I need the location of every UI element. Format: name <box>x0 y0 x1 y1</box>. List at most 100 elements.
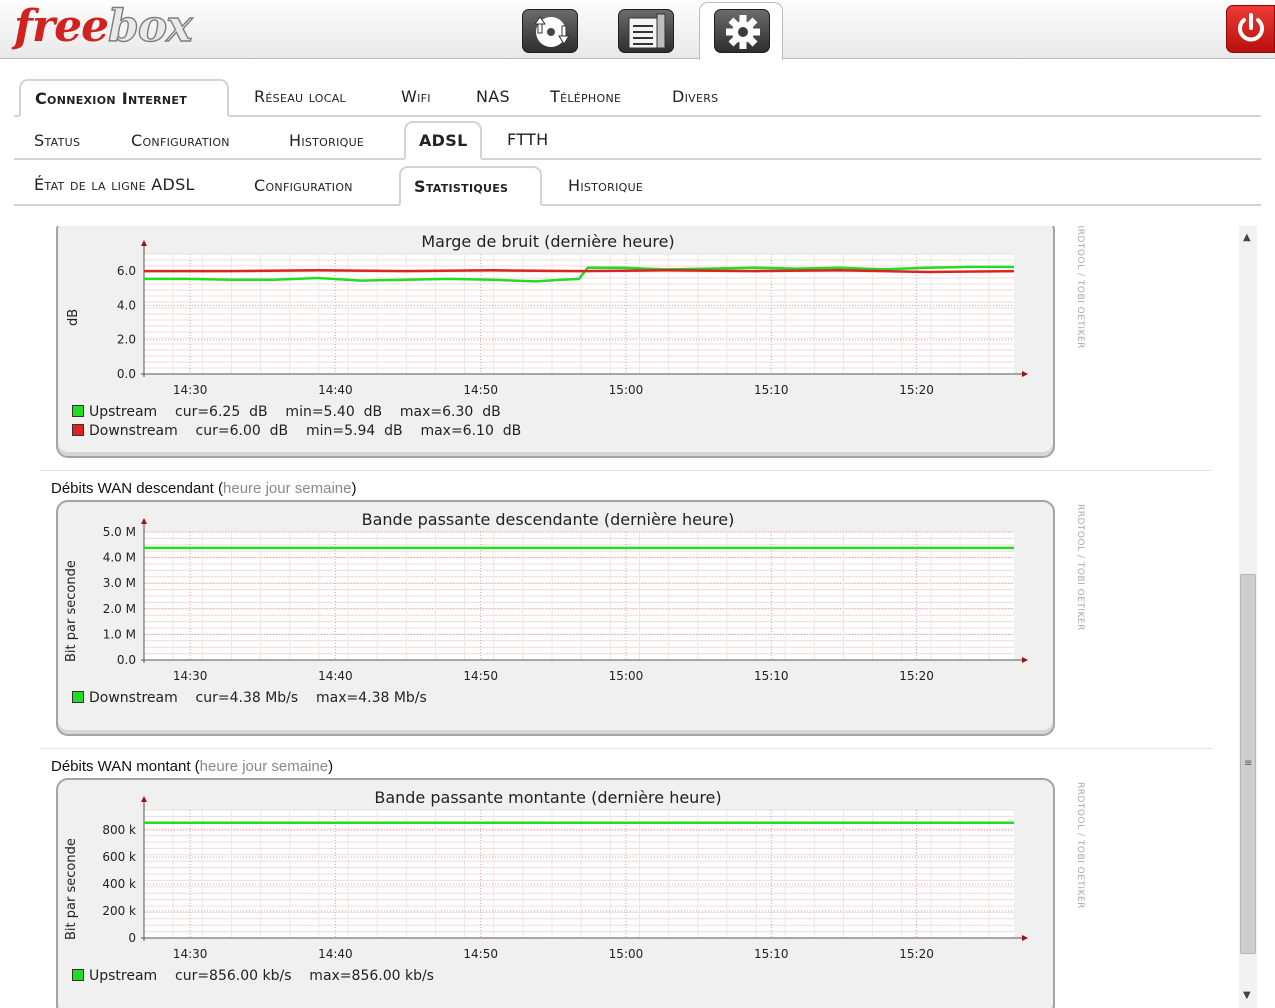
legend-swatch-upstream <box>72 405 84 417</box>
y-tick-label: 0.0 <box>117 653 136 667</box>
x-axis-arrow-icon <box>1022 935 1028 941</box>
y-tick-label: 200 k <box>102 904 136 918</box>
top-header: freebox <box>0 0 1275 60</box>
main-tabs: Connexion Internet Réseau local Wifi NAS… <box>14 58 1261 117</box>
x-tick-label: 15:10 <box>754 947 789 961</box>
tab-adsl-configuration[interactable]: Configuration <box>254 176 353 195</box>
y-tick-label: 4.0 <box>117 298 136 312</box>
tab-reseau-local[interactable]: Réseau local <box>254 87 346 106</box>
y-tick-label: 2.0 <box>117 333 136 347</box>
y-axis-arrow-icon <box>141 796 147 802</box>
legend-label: Downstream <box>89 423 178 439</box>
section-title-text: Débits WAN descendant <box>51 480 214 497</box>
x-tick-label: 15:10 <box>754 669 789 683</box>
graph-noise-margin: Marge de bruit (dernière heure) dB RRDTO… <box>56 226 1085 458</box>
series-line-downstream <box>144 269 1015 274</box>
link-semaine[interactable]: semaine <box>295 480 352 497</box>
freebox-logo[interactable]: freebox <box>14 1 193 52</box>
legend-downstream: Downstream cur=4.38 Mb/s max=4.38 Mb/s <box>72 690 427 706</box>
x-tick-label: 15:10 <box>754 383 789 397</box>
tab-telephone[interactable]: Téléphone <box>550 87 621 106</box>
tab-ftth[interactable]: FTTH <box>507 130 548 149</box>
link-heure[interactable]: heure <box>200 758 238 775</box>
scroll-down-arrow-icon[interactable]: ▼ <box>1243 990 1251 1001</box>
link-semaine[interactable]: semaine <box>271 758 328 775</box>
section-title-wan-up: Débits WAN montant (heure jour semaine) <box>51 758 333 775</box>
tab-configuration[interactable]: Configuration <box>131 131 230 150</box>
logo-box-text: box <box>107 1 193 52</box>
x-tick-label: 14:50 <box>463 383 498 397</box>
link-heure[interactable]: heure <box>223 480 261 497</box>
logo-free-text: free <box>14 1 109 52</box>
legend-label: Downstream <box>89 690 178 706</box>
scroll-up-arrow-icon[interactable]: ▲ <box>1243 232 1251 243</box>
graph-bandwidth-down: Bande passante descendante (dernière heu… <box>56 500 1085 736</box>
section-separator <box>40 470 1212 471</box>
legend-values: cur=4.38 Mb/s max=4.38 Mb/s <box>177 690 427 706</box>
graph-bandwidth-up: Bande passante montante (dernière heure)… <box>56 778 1085 1008</box>
x-tick-label: 14:30 <box>173 669 208 683</box>
tab-adsl-historique[interactable]: Historique <box>568 176 643 195</box>
x-tick-label: 14:40 <box>318 947 353 961</box>
link-jour[interactable]: jour <box>266 480 291 497</box>
tab-statistiques[interactable]: Statistiques <box>399 166 542 206</box>
adsl-sub-tabs: État de la ligne ADSL Configuration Stat… <box>14 158 1261 206</box>
y-tick-label: 3.0 M <box>103 576 136 590</box>
legend-downstream: Downstream cur=6.00 dB min=5.94 dB max=6… <box>72 423 521 439</box>
legend-swatch-downstream <box>72 424 84 436</box>
y-tick-label: 4.0 M <box>103 551 136 565</box>
settings-gear-icon <box>726 15 760 49</box>
x-tick-label: 14:40 <box>318 669 353 683</box>
tab-nas[interactable]: NAS <box>476 87 510 106</box>
chart-svg: 0.0 2.0 4.0 6.0 14:30 14:40 14:50 15:00 15:10 15:… <box>117 240 1028 397</box>
y-tick-label: 1.0 M <box>103 627 136 641</box>
x-tick-label: 15:20 <box>899 383 934 397</box>
x-tick-label: 15:20 <box>899 669 934 683</box>
settings-tab[interactable] <box>699 2 783 60</box>
link-jour[interactable]: jour <box>242 758 267 775</box>
scrollbar-grip-icon: ≡ <box>1244 758 1253 769</box>
y-tick-label: 6.0 <box>117 264 136 278</box>
tab-wifi[interactable]: Wifi <box>401 87 431 106</box>
x-tick-label: 15:00 <box>609 669 644 683</box>
chart-svg: 0.0 1.0 M 2.0 M 3.0 M 4.0 M 5.0 M 14:30 14:40 14… <box>103 518 1028 683</box>
tab-adsl[interactable]: ADSL <box>404 121 482 160</box>
file-manager-button[interactable] <box>618 9 674 53</box>
x-tick-label: 14:50 <box>463 669 498 683</box>
file-manager-icon <box>628 13 666 49</box>
x-tick-label: 15:00 <box>609 947 644 961</box>
connexion-sub-tabs: Status Configuration Historique ADSL FTT… <box>14 115 1261 160</box>
legend-swatch-downstream <box>72 691 84 703</box>
x-tick-label: 14:30 <box>173 947 208 961</box>
downloads-button[interactable] <box>522 9 578 53</box>
legend-label: Upstream <box>89 404 158 420</box>
y-tick-label: 0.0 <box>117 367 136 381</box>
y-tick-label: 400 k <box>102 877 136 891</box>
tab-connexion-internet[interactable]: Connexion Internet <box>19 79 229 117</box>
paren-open: ( <box>190 758 200 775</box>
scrollbar-thumb[interactable]: ≡ <box>1240 574 1256 954</box>
power-button[interactable] <box>1226 5 1275 53</box>
x-axis-arrow-icon <box>1022 657 1028 663</box>
paren-open: ( <box>213 480 224 497</box>
y-tick-label: 5.0 M <box>103 525 136 539</box>
y-tick-label: 600 k <box>102 850 136 864</box>
tab-etat-ligne-adsl[interactable]: État de la ligne ADSL <box>34 175 195 194</box>
vertical-scrollbar[interactable]: ▲ ≡ ▼ <box>1239 226 1257 1008</box>
settings-button[interactable] <box>714 9 770 53</box>
section-separator <box>40 748 1212 749</box>
y-tick-label: 0 <box>128 931 136 945</box>
y-axis-arrow-icon <box>141 240 147 246</box>
tab-status[interactable]: Status <box>34 131 80 150</box>
x-tick-label: 15:20 <box>899 947 934 961</box>
x-tick-label: 14:50 <box>463 947 498 961</box>
y-axis-arrow-icon <box>141 518 147 524</box>
statistics-content: Marge de bruit (dernière heure) dB RRDTO… <box>0 226 1238 1008</box>
downloads-icon <box>534 16 570 47</box>
tab-historique[interactable]: Historique <box>289 131 364 150</box>
tab-divers[interactable]: Divers <box>672 87 718 106</box>
paren-close: ) <box>351 480 357 497</box>
section-title-text: Débits WAN montant <box>51 758 191 775</box>
legend-values: cur=856.00 kb/s max=856.00 kb/s <box>157 968 434 984</box>
x-tick-label: 14:40 <box>318 383 353 397</box>
